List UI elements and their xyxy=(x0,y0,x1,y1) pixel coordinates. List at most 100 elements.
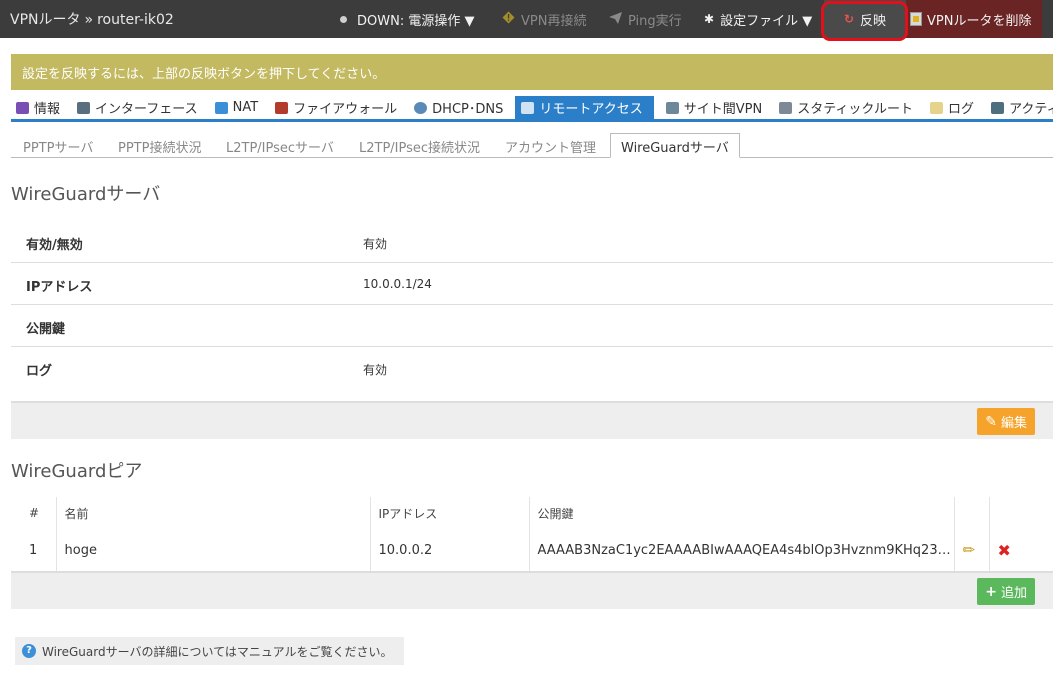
refresh-icon: ↻ xyxy=(843,12,855,26)
nat-icon xyxy=(214,101,228,114)
subtab-pptp-server[interactable]: PPTPサーバ xyxy=(23,137,93,156)
site-vpn-icon xyxy=(665,101,679,114)
power-status-menu[interactable]: DOWN: 電源操作 ▼ xyxy=(340,0,474,38)
apply-label: 反映 xyxy=(860,13,887,29)
setting-label: ログ xyxy=(26,364,53,379)
peers-table: # 名前 IPアドレス 公開鍵 1 hoge 10.0.0.2 AAAAB3Nz… xyxy=(11,497,1053,571)
edit-button-label: 編集 xyxy=(1000,416,1027,431)
tab-log[interactable]: ログ xyxy=(925,96,979,119)
setting-value: 有効 xyxy=(363,363,388,377)
ping-label: Ping実行 xyxy=(628,13,682,29)
server-action-bar: ✎ 編集 xyxy=(11,401,1053,439)
col-header-number: # xyxy=(11,497,57,529)
delete-router-label: VPNルータを削除 xyxy=(927,13,1032,29)
subtab-account[interactable]: アカウント管理 xyxy=(505,137,596,156)
sub-tabs: PPTPサーバ PPTP接続状況 L2TP/IPsecサーバ L2TP/IPse… xyxy=(11,133,1053,158)
tab-info-label: 情報 xyxy=(34,102,61,117)
question-icon: ? xyxy=(22,644,36,658)
vpn-reconnect-button[interactable]: VPN再接続 xyxy=(502,0,586,38)
send-icon xyxy=(609,11,622,27)
delete-peer-x-icon[interactable]: ✖ xyxy=(998,541,1011,560)
col-header-public-key: 公開鍵 xyxy=(529,497,955,529)
setting-label: 有効/無効 xyxy=(26,238,83,253)
config-file-menu[interactable]: ✱ 設定ファイル ▼ xyxy=(704,0,812,38)
peers-action-bar: + 追加 xyxy=(11,571,1053,609)
activity-icon xyxy=(991,101,1005,114)
remote-access-icon xyxy=(521,101,535,114)
peers-section-title: WireGuardピア xyxy=(11,461,143,482)
setting-value: 有効 xyxy=(363,237,388,251)
vpn-reconnect-label: VPN再接続 xyxy=(521,13,587,29)
server-section-title: WireGuardサーバ xyxy=(11,184,161,205)
col-header-edit xyxy=(954,497,990,529)
setting-label: IPアドレス xyxy=(26,280,93,295)
tab-static-route[interactable]: スタティックルート xyxy=(774,96,918,119)
peer-name: hoge xyxy=(56,529,371,571)
tab-firewall[interactable]: ファイアウォール xyxy=(270,96,402,119)
col-header-ip: IPアドレス xyxy=(370,497,530,529)
add-peer-button[interactable]: + 追加 xyxy=(977,578,1035,605)
peer-delete-cell: ✖ xyxy=(989,529,1053,571)
router-delete-icon xyxy=(910,12,922,26)
tab-site-vpn-label: サイト間VPN xyxy=(683,102,763,117)
add-peer-button-label: 追加 xyxy=(1000,586,1027,601)
main-tabs: 情報 インターフェース NAT ファイアウォール DHCP･DNS リモートアク… xyxy=(11,96,1053,122)
peer-edit-cell: ✏ xyxy=(954,529,990,571)
edit-button[interactable]: ✎ 編集 xyxy=(977,408,1035,435)
breadcrumb-separator: » xyxy=(84,12,94,28)
col-header-delete xyxy=(989,497,1053,529)
status-dot-icon xyxy=(340,15,347,23)
tab-activity[interactable]: アクティビティ xyxy=(986,96,1053,119)
edit-peer-pencil-icon[interactable]: ✏ xyxy=(963,541,976,559)
table-row: 1 hoge 10.0.0.2 AAAAB3NzaC1yc2EAAAABIwAA… xyxy=(11,529,1053,571)
tab-log-label: ログ xyxy=(948,102,975,117)
subtab-pptp-status[interactable]: PPTP接続状況 xyxy=(118,137,201,156)
top-bar: VPNルータ» router-ik02 DOWN: 電源操作 ▼ VPN再接続 P… xyxy=(0,0,1053,38)
ping-button[interactable]: Ping実行 xyxy=(609,0,682,38)
config-file-label: 設定ファイル ▼ xyxy=(720,13,813,29)
setting-label: 公開鍵 xyxy=(26,322,66,337)
setting-row-enabled: 有効/無効 有効 xyxy=(11,221,1053,263)
peer-number: 1 xyxy=(11,529,57,571)
info-icon xyxy=(16,101,29,114)
tab-activity-label: アクティビティ xyxy=(1009,102,1053,117)
help-box: ? WireGuardサーバの詳細についてはマニュアルをご覧ください。 xyxy=(15,637,404,665)
log-icon xyxy=(930,101,944,114)
tab-interface-label: インターフェース xyxy=(95,102,198,117)
breadcrumb-router: router-ik02 xyxy=(97,12,174,28)
peer-public-key: AAAAB3NzaC1yc2EAAAABIwAAAQEA4s4blOp3Hvzn… xyxy=(529,529,955,571)
tab-interface[interactable]: インターフェース xyxy=(72,96,203,119)
monitor-icon xyxy=(77,101,91,114)
server-settings: 有効/無効 有効 IPアドレス 10.0.0.1/24 公開鍵 ログ 有効 xyxy=(11,221,1053,389)
power-status-label: DOWN: 電源操作 ▼ xyxy=(357,13,475,29)
tab-dhcp-dns-label: DHCP･DNS xyxy=(432,102,504,117)
delete-router-button[interactable]: VPNルータを削除 xyxy=(906,0,1042,38)
setting-row-log: ログ 有効 xyxy=(11,347,1053,389)
tab-remote-access-label: リモートアクセス xyxy=(539,102,643,117)
apply-notice: 設定を反映するには、上部の反映ボタンを押下してください。 xyxy=(11,54,1053,90)
subtab-l2tp-status[interactable]: L2TP/IPsec接続状況 xyxy=(359,137,480,156)
tab-static-route-label: スタティックルート xyxy=(797,102,914,117)
route-icon xyxy=(779,101,793,114)
network-icon xyxy=(414,101,428,114)
peers-header-row: # 名前 IPアドレス 公開鍵 xyxy=(11,497,1053,529)
tab-nat[interactable]: NAT xyxy=(210,96,264,119)
breadcrumb: VPNルータ» router-ik02 xyxy=(10,9,174,29)
tab-site-vpn[interactable]: サイト間VPN xyxy=(661,96,767,119)
subtab-l2tp-server[interactable]: L2TP/IPsecサーバ xyxy=(226,137,334,156)
tab-nat-label: NAT xyxy=(232,100,259,115)
help-text[interactable]: WireGuardサーバの詳細についてはマニュアルをご覧ください。 xyxy=(42,643,393,660)
setting-value: 10.0.0.1/24 xyxy=(363,277,432,291)
warning-icon xyxy=(502,11,515,27)
tab-remote-access[interactable]: リモートアクセス xyxy=(515,96,654,119)
subtab-wireguard-server[interactable]: WireGuardサーバ xyxy=(610,133,740,158)
apply-button[interactable]: ↻ 反映 xyxy=(824,0,906,38)
col-header-name: 名前 xyxy=(56,497,371,529)
breadcrumb-app[interactable]: VPNルータ xyxy=(10,12,81,28)
plus-icon: + xyxy=(985,583,997,600)
tab-info[interactable]: 情報 xyxy=(11,96,65,119)
peer-ip: 10.0.0.2 xyxy=(370,529,530,571)
pencil-icon: ✎ xyxy=(985,413,997,430)
gear-icon: ✱ xyxy=(704,12,715,26)
tab-dhcp-dns[interactable]: DHCP･DNS xyxy=(409,96,508,119)
